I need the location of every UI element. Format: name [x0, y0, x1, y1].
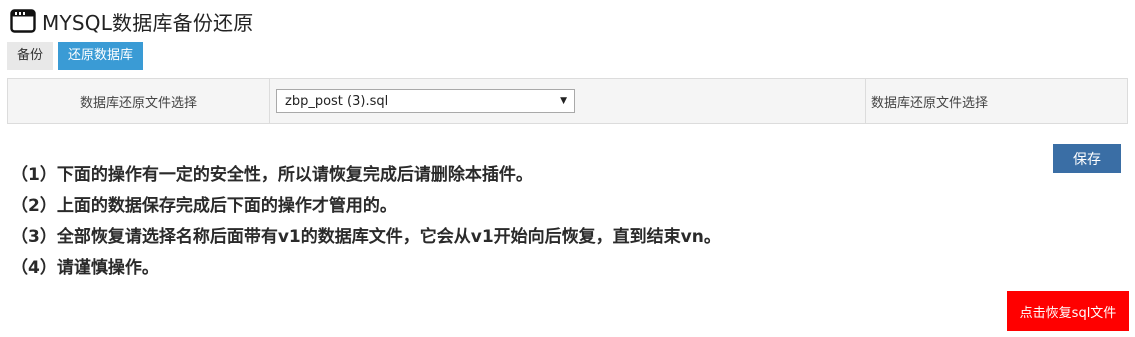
selected-file-value: zbp_post (3).sql [285, 93, 389, 109]
window-icon [10, 9, 36, 33]
file-select-cell: zbp_post (3).sql ▼ [270, 79, 866, 123]
sql-file-select[interactable]: zbp_post (3).sql ▼ [276, 89, 575, 113]
restore-settings-table: 数据库还原文件选择 zbp_post (3).sql ▼ 数据库还原文件选择 [7, 78, 1128, 124]
instruction-item: （4）请谨慎操作。 [11, 258, 159, 278]
instruction-item: （3）全部恢复请选择名称后面带有v1的数据库文件，它会从v1开始向后恢复，直到结… [11, 227, 721, 247]
chevron-down-icon: ▼ [560, 96, 567, 106]
file-select-label: 数据库还原文件选择 [8, 79, 270, 123]
page-title: MYSQL数据库备份还原 [42, 10, 254, 35]
save-button[interactable]: 保存 [1053, 144, 1121, 173]
tab-backup[interactable]: 备份 [7, 42, 54, 70]
file-select-note: 数据库还原文件选择 [871, 95, 989, 111]
instruction-item: （1）下面的操作有一定的安全性，所以请恢复完成后请删除本插件。 [11, 165, 533, 185]
instructions-list: （1）下面的操作有一定的安全性，所以请恢复完成后请删除本插件。 （2）上面的数据… [11, 160, 721, 284]
instruction-item: （2）上面的数据保存完成后下面的操作才管用的。 [11, 196, 397, 216]
tab-bar: 备份 还原数据库 [7, 42, 148, 70]
page-header: MYSQL数据库备份还原 [10, 7, 253, 35]
tab-restore-database[interactable]: 还原数据库 [58, 42, 144, 70]
restore-sql-button[interactable]: 点击恢复sql文件 [1007, 291, 1129, 331]
